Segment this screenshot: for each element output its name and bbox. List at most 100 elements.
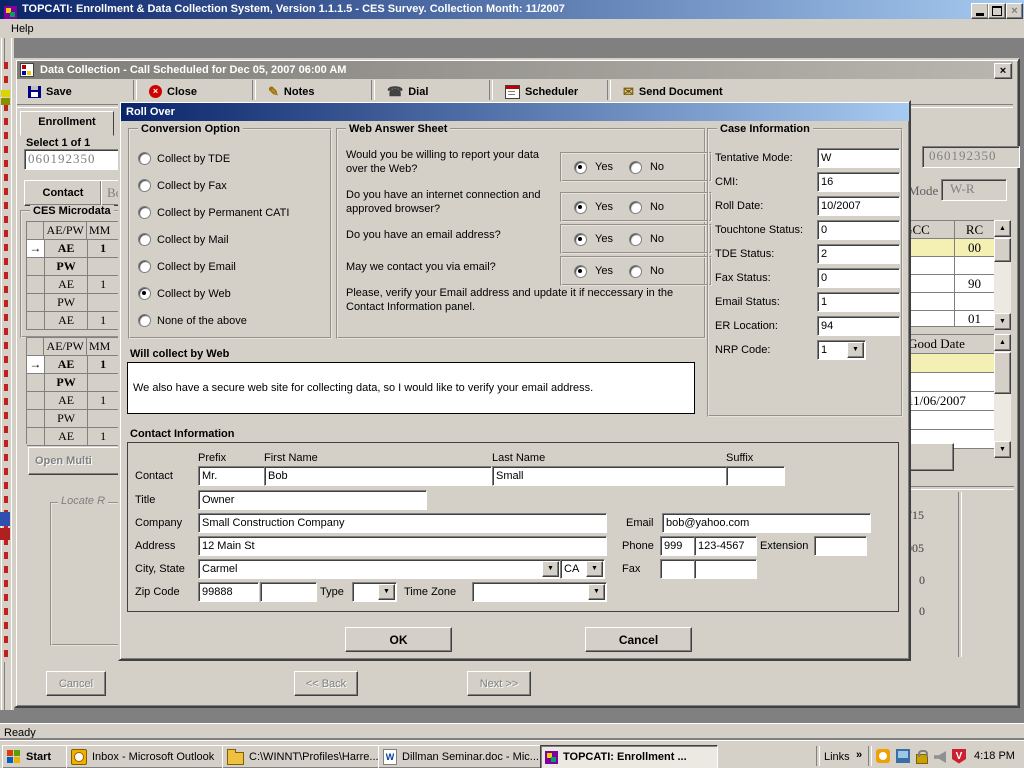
minimize-button[interactable]: [971, 3, 989, 19]
grid-row[interactable]: AE1: [27, 392, 119, 410]
radio-label[interactable]: Collect by TDE: [157, 153, 230, 165]
combo-arrow-icon[interactable]: ▼: [586, 561, 603, 577]
radio-label[interactable]: Collect by Mail: [157, 234, 229, 246]
no-label[interactable]: No: [650, 201, 664, 213]
combo-arrow-icon[interactable]: ▼: [588, 584, 605, 600]
radio-label[interactable]: Collect by Permanent CATI: [157, 207, 289, 219]
next-button[interactable]: Next >>: [467, 671, 531, 696]
radio-icon[interactable]: [574, 161, 587, 174]
ok-button[interactable]: OK: [345, 627, 452, 652]
grid-row[interactable]: PW: [27, 374, 119, 392]
grid-row[interactable]: →AE1: [27, 356, 119, 374]
no-label[interactable]: No: [650, 233, 664, 245]
dial-button[interactable]: ☎Dial: [383, 81, 482, 102]
city-combobox[interactable]: Carmel ▼: [198, 559, 561, 579]
lock-icon[interactable]: [916, 754, 928, 764]
scroll-down-icon[interactable]: ▼: [994, 441, 1011, 458]
radio-icon[interactable]: [629, 201, 642, 214]
time-zone-combobox[interactable]: ▼: [472, 582, 607, 602]
case-id-field[interactable]: 060192350: [24, 149, 121, 170]
radio-label[interactable]: None of the above: [157, 315, 247, 327]
zip-plus4-field[interactable]: [260, 582, 317, 602]
radio-collect-by-mail[interactable]: Collect by Mail: [138, 233, 229, 246]
radio-icon[interactable]: [138, 260, 151, 273]
fax-status-field[interactable]: 0: [817, 268, 900, 288]
back-button[interactable]: << Back: [294, 671, 358, 696]
radio-icon[interactable]: [574, 233, 587, 246]
prefix-field[interactable]: Mr.: [198, 466, 265, 486]
first-name-field[interactable]: Bob: [264, 466, 492, 486]
no-label[interactable]: No: [650, 161, 664, 173]
taskbar-clock[interactable]: 4:18 PM: [974, 750, 1015, 762]
grid-row[interactable]: PW: [27, 294, 119, 312]
scroll-down-icon[interactable]: ▼: [994, 313, 1011, 330]
radio-label[interactable]: Collect by Email: [157, 261, 236, 273]
yes-label[interactable]: Yes: [595, 233, 613, 245]
yes-label[interactable]: Yes: [595, 201, 613, 213]
tab-enrollment[interactable]: Enrollment: [20, 111, 114, 136]
radio-icon[interactable]: [629, 233, 642, 246]
radio-icon[interactable]: [574, 265, 587, 278]
network-tray-icon[interactable]: [896, 749, 910, 763]
radio-icon[interactable]: [629, 265, 642, 278]
email-field[interactable]: bob@yahoo.com: [662, 513, 871, 533]
radio-icon[interactable]: [138, 233, 151, 246]
scroll-up-icon[interactable]: ▲: [994, 220, 1011, 237]
roll-date-field[interactable]: 10/2007: [817, 196, 900, 216]
nrp-code-combobox[interactable]: 1 ▼: [817, 340, 866, 360]
radio-icon[interactable]: [138, 179, 151, 192]
last-name-field[interactable]: Small: [492, 466, 727, 486]
grid-row[interactable]: AE1: [27, 312, 119, 330]
radio-icon[interactable]: [138, 206, 151, 219]
radio-collect-by-email[interactable]: Collect by Email: [138, 260, 236, 273]
links-label[interactable]: Links: [824, 751, 850, 763]
scrollbar-thumb[interactable]: [994, 352, 1011, 394]
title-field[interactable]: Owner: [198, 490, 427, 510]
notes-button[interactable]: ✎Notes: [264, 81, 364, 102]
case-id-field-right[interactable]: 060192350: [922, 146, 1020, 168]
tde-status-field[interactable]: 2: [817, 244, 900, 264]
open-multiple-button[interactable]: Open Multi: [28, 447, 126, 475]
radio-label[interactable]: Collect by Fax: [157, 180, 227, 192]
extension-field[interactable]: [814, 536, 867, 556]
radio-collect-by-permanent-cati[interactable]: Collect by Permanent CATI: [138, 206, 289, 219]
clock-tray-icon[interactable]: [876, 749, 890, 763]
data-collection-close-button[interactable]: ×: [994, 63, 1012, 79]
fax-number-field[interactable]: [694, 559, 757, 579]
yes-label[interactable]: Yes: [595, 265, 613, 277]
phone-number-field[interactable]: 123-4567: [694, 536, 757, 556]
phone-area-field[interactable]: 999: [660, 536, 695, 556]
tentative-mode-field[interactable]: W: [817, 148, 900, 168]
links-chevron-icon[interactable]: »: [856, 749, 862, 761]
grid-row[interactable]: PW: [27, 258, 119, 276]
radio-icon[interactable]: [138, 287, 151, 300]
scrollbar-thumb[interactable]: [994, 238, 1011, 262]
close-call-button[interactable]: ×Close: [145, 81, 245, 102]
combo-arrow-icon[interactable]: ▼: [542, 561, 559, 577]
save-button[interactable]: Save: [24, 81, 128, 102]
mode-field[interactable]: W-R: [941, 179, 1007, 201]
radio-label[interactable]: Collect by Web: [157, 288, 231, 300]
cmi-field[interactable]: 16: [817, 172, 900, 192]
cancel-nav-button[interactable]: Cancel: [46, 671, 106, 696]
no-label[interactable]: No: [650, 265, 664, 277]
er-location-field[interactable]: 94: [817, 316, 900, 336]
taskbar-task-folder[interactable]: C:\WINNT\Profiles\Harre...: [222, 745, 384, 768]
rc-grid-scrollbar[interactable]: ▲ ▼: [994, 220, 1011, 330]
grid-row[interactable]: AE1: [27, 276, 119, 294]
zip-code-field[interactable]: 99888: [198, 582, 259, 602]
start-button[interactable]: Start: [2, 745, 72, 768]
good-date-scrollbar[interactable]: ▲ ▼: [994, 334, 1011, 458]
radio-collect-by-tde[interactable]: Collect by TDE: [138, 152, 230, 165]
email-status-field[interactable]: 1: [817, 292, 900, 312]
combo-arrow-icon[interactable]: ▼: [378, 584, 395, 600]
menu-help[interactable]: Help: [7, 22, 38, 36]
shield-icon[interactable]: V: [952, 749, 966, 764]
radio-collect-by-web[interactable]: Collect by Web: [138, 287, 231, 300]
radio-collect-by-fax[interactable]: Collect by Fax: [138, 179, 227, 192]
radio-icon[interactable]: [138, 314, 151, 327]
taskbar-task-outlook[interactable]: Inbox - Microsoft Outlook: [66, 745, 228, 768]
taskbar-task-word[interactable]: W Dillman Seminar.doc - Mic...: [378, 745, 546, 768]
radio-none-of-the-above[interactable]: None of the above: [138, 314, 247, 327]
radio-icon[interactable]: [629, 161, 642, 174]
